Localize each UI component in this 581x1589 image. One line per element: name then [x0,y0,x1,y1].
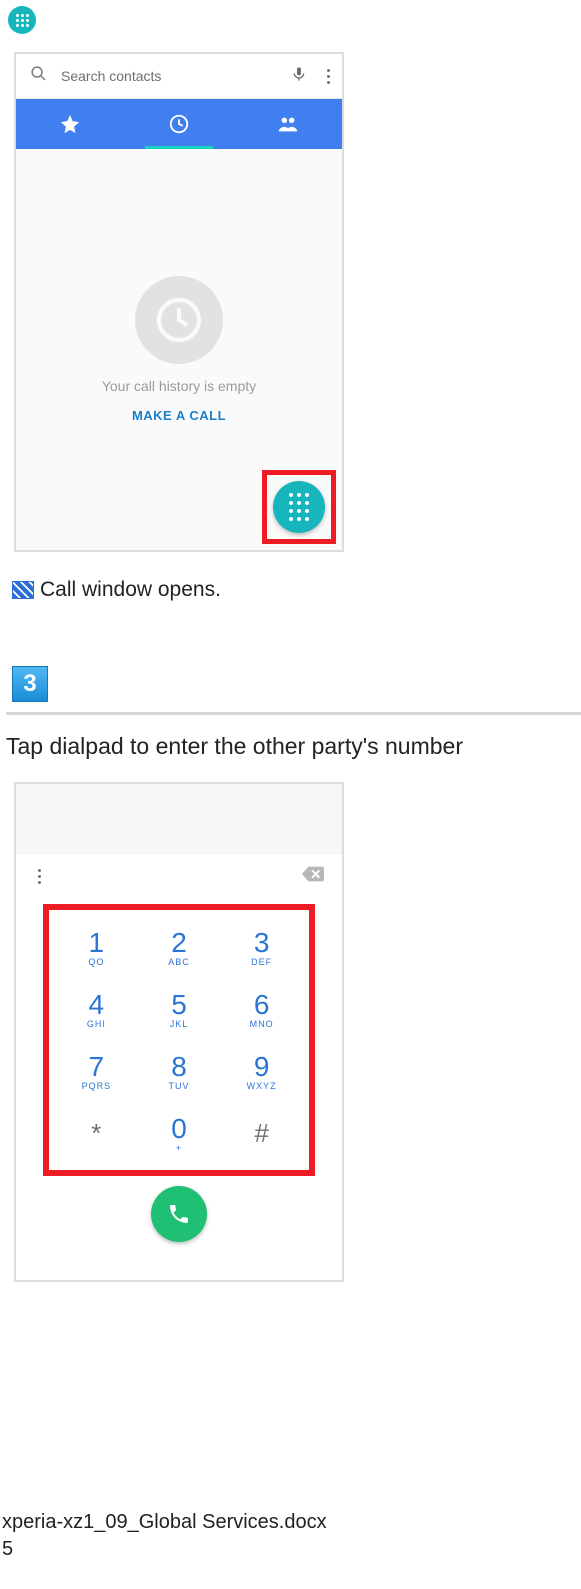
backspace-icon[interactable] [302,866,324,887]
tab-contacts[interactable] [233,99,342,149]
dialpad-fab-highlight [262,470,336,544]
key-4[interactable]: 4GHI [55,978,138,1040]
key-5[interactable]: 5JKL [138,978,221,1040]
caption-call-window-opens: Call window opens. [40,578,221,602]
tab-recents[interactable] [125,99,234,149]
key-star[interactable]: * [55,1102,138,1164]
key-9[interactable]: 9WXYZ [220,1040,303,1102]
search-icon [30,65,47,87]
tab-bar [16,99,342,149]
footer-filename: xperia-xz1_09_Global Services.docx [2,1511,327,1534]
call-button[interactable] [151,1186,207,1242]
key-1[interactable]: 1QO [55,916,138,978]
divider [6,712,581,715]
screenshot-dialpad: 1QO 2ABC 3DEF 4GHI 5JKL 6MNO 7PQRS 8TUV … [14,782,344,1282]
step-3-badge: 3 [12,666,48,702]
dialpad-fab[interactable] [273,481,325,533]
result-flag-icon [12,581,34,599]
clock-icon [135,276,223,364]
keypad-highlight: 1QO 2ABC 3DEF 4GHI 5JKL 6MNO 7PQRS 8TUV … [43,904,315,1176]
make-call-button[interactable]: MAKE A CALL [132,408,226,423]
tab-favorites[interactable] [16,99,125,149]
page-footer: xperia-xz1_09_Global Services.docx 5 [2,1511,327,1561]
footer-page-number: 5 [2,1538,327,1561]
key-2[interactable]: 2ABC [138,916,221,978]
key-7[interactable]: 7PQRS [55,1040,138,1102]
dialpad-app-icon [8,6,36,34]
key-6[interactable]: 6MNO [220,978,303,1040]
step-3-text: Tap dialpad to enter the other party's n… [6,733,581,760]
overflow-menu-icon[interactable] [321,69,336,84]
key-hash[interactable]: # [220,1102,303,1164]
search-placeholder: Search contacts [61,68,277,84]
dialpad-top-area [16,784,342,854]
empty-text: Your call history is empty [102,378,256,394]
key-3[interactable]: 3DEF [220,916,303,978]
search-bar[interactable]: Search contacts [16,54,342,99]
screenshot-call-app: Search contacts Your call history is emp… [14,52,344,552]
dialpad-input-row [16,854,342,898]
mic-icon[interactable] [291,66,307,87]
key-0[interactable]: 0+ [138,1102,221,1164]
overflow-menu-icon[interactable] [32,869,47,884]
key-8[interactable]: 8TUV [138,1040,221,1102]
